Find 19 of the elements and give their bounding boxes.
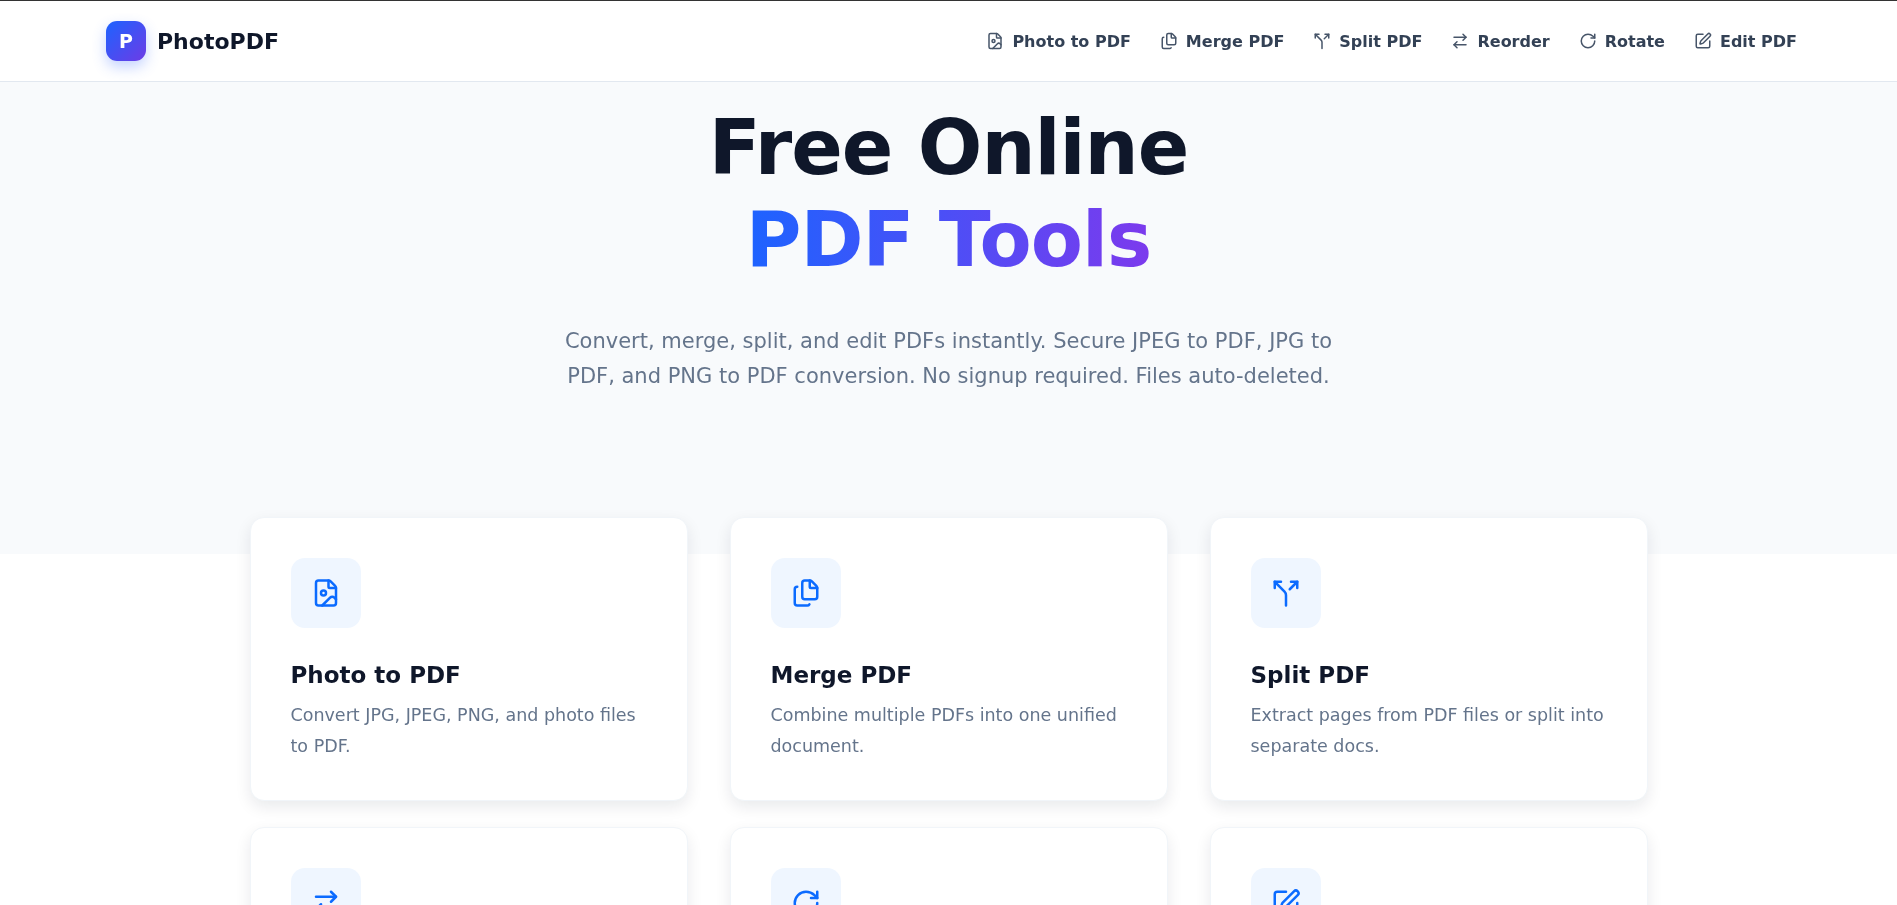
hero-subtitle: Convert, merge, split, and edit PDFs instantly. Secure JPEG to PDF, JPG to PDF, and PNG to PDF conversion. No signup required. Files auto-deleted.: [563, 328, 1334, 390]
nav-link[interactable]: Edit PDF: [1693, 31, 1797, 51]
card-description: Convert JPG, JPEG, PNG, and photo files to PDF.: [290, 704, 637, 758]
nav-link[interactable]: Merge PDF: [1159, 31, 1285, 51]
logo-mark[interactable]: P: [106, 21, 146, 61]
nav-link[interactable]: Photo to PDF: [986, 31, 1131, 51]
nav-link[interactable]: Split PDF: [1313, 31, 1423, 51]
tool-card[interactable]: Split PDF Extract pages from PDF files or split into separate docs.: [1209, 517, 1648, 801]
hero-title: Free Online: [708, 102, 1189, 194]
card-description: Combine multiple PDFs into one unified document.: [770, 704, 1118, 758]
tool-card[interactable]: Merge PDF Combine multiple PDFs into one unified document.: [729, 517, 1168, 801]
card-title: Photo to PDF: [290, 662, 462, 688]
card-title: Merge PDF: [770, 662, 914, 688]
card-description: Extract pages from PDF files or split into separate docs.: [1250, 704, 1605, 758]
nav-link[interactable]: Reorder: [1451, 31, 1550, 51]
tool-card[interactable]: Photo to PDF Convert JPG, JPEG, PNG, and photo files to PDF.: [249, 517, 688, 801]
brand-name[interactable]: PhotoPDF: [157, 28, 279, 54]
nav-link[interactable]: Rotate: [1578, 31, 1665, 51]
card-title: Split PDF: [1250, 662, 1371, 688]
